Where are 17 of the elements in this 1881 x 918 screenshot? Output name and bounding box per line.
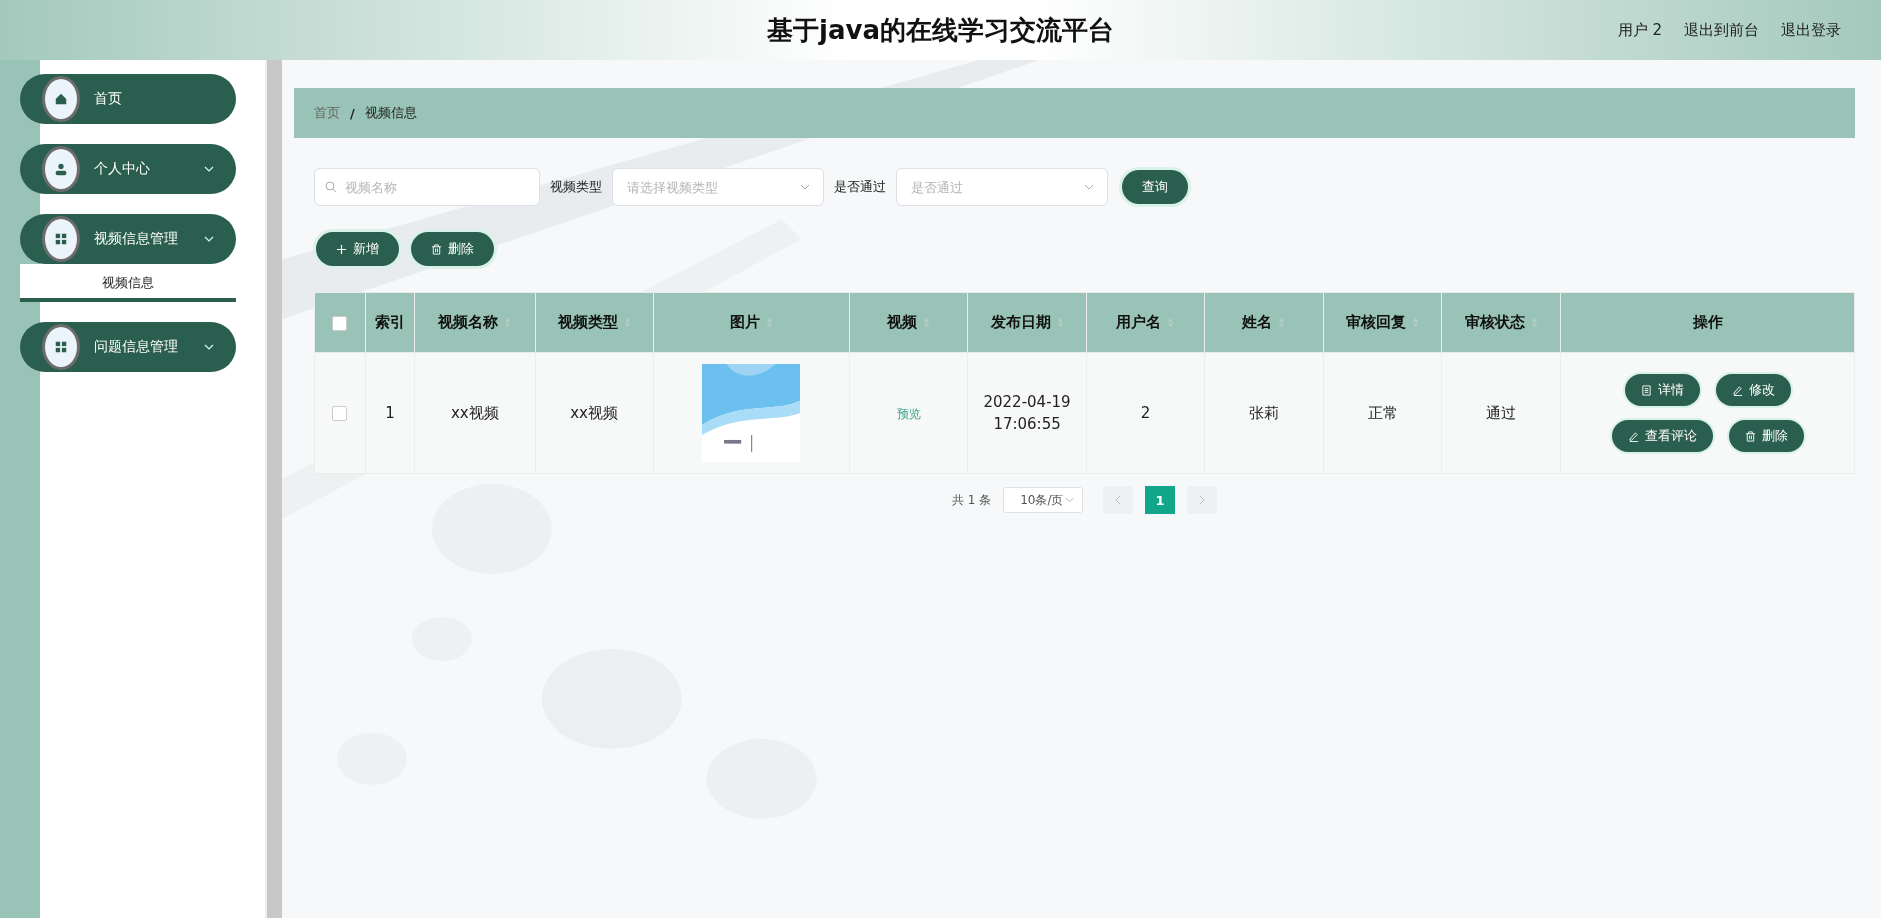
menu-item[interactable]: 个人中心	[20, 144, 236, 194]
user-icon	[42, 146, 80, 192]
chevron-icon	[204, 344, 214, 350]
chevron-icon	[204, 236, 214, 242]
grid-icon	[42, 216, 80, 262]
header-link[interactable]: 用户 2	[1617, 20, 1662, 40]
menu-item[interactable]: 首页	[20, 74, 236, 124]
header-link[interactable]: 退出登录	[1781, 20, 1841, 40]
header-link[interactable]: 退出到前台	[1684, 20, 1759, 40]
menu-item[interactable]: 问题信息管理	[20, 322, 236, 372]
submenu-item[interactable]: 视频信息	[20, 264, 236, 302]
menu-item[interactable]: 视频信息管理	[20, 214, 236, 264]
app-title: 基于java的在线学习交流平台	[767, 13, 1114, 47]
chevron-icon	[204, 166, 214, 172]
home-icon	[42, 76, 80, 122]
grid-icon	[42, 324, 80, 370]
scrollbar[interactable]	[265, 60, 282, 918]
